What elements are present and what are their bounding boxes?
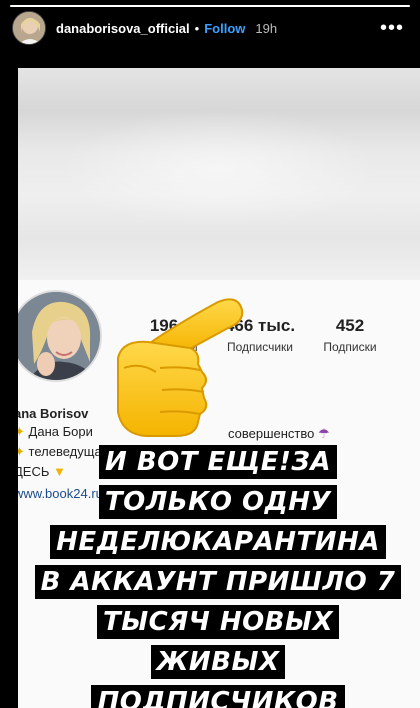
sparkle-icon: ✦: [18, 424, 25, 439]
caption-line: ЖИВЫХ: [150, 645, 286, 679]
story-caption: И ВОТ ЕЩЕ!ЗА ТОЛЬКО ОДНУ НЕДЕЛЮКАРАНТИНА…: [18, 445, 418, 708]
bio-line: ✦ Дана Бори: [18, 424, 93, 440]
pointing-hand-icon: [100, 288, 250, 443]
caption-line: ТОЛЬКО ОДНУ: [98, 485, 338, 519]
more-dots-icon[interactable]: •••: [374, 14, 410, 42]
blurred-background: [18, 68, 420, 280]
caption-line: НЕДЕЛЮКАРАНТИНА: [50, 525, 386, 559]
story-header: danaborisova_official • Follow 19h •••: [0, 0, 420, 56]
follow-button[interactable]: Follow: [204, 21, 245, 36]
post-time: 19h: [255, 20, 278, 36]
avatar[interactable]: [12, 11, 46, 45]
following-count-value: 452: [335, 316, 365, 335]
caption-line: ПОДПИСЧИКОВ: [91, 685, 345, 708]
story-viewer: danaborisova_official • Follow 19h ••• 1…: [0, 0, 420, 708]
caption-line: В АККАУНТ ПРИШЛО 7: [34, 565, 402, 599]
following-count: 452 Подписки: [300, 316, 400, 354]
separator-dot: •: [194, 20, 200, 36]
caption-line: ТЫСЯЧ НОВЫХ: [96, 605, 339, 639]
caption-line: И ВОТ ЕЩЕ!ЗА: [99, 445, 337, 479]
following-count-label: Подписки: [323, 340, 377, 354]
umbrella-icon: ☂: [318, 426, 330, 441]
username[interactable]: danaborisova_official: [56, 21, 190, 36]
bio-line-text: Дана Бори: [28, 424, 93, 439]
bio-name: ana Borisov: [18, 406, 89, 421]
